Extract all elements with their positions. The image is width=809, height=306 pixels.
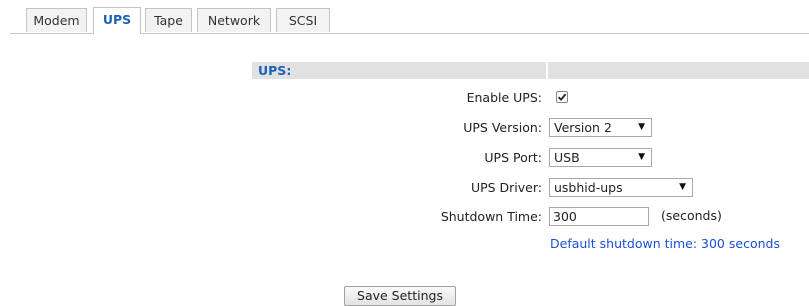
ups-port-value: USB [554, 150, 580, 165]
section-title: UPS: [258, 63, 292, 78]
ups-driver-select[interactable]: usbhid-ups ▼ [549, 178, 693, 197]
enable-ups-checkbox[interactable] [556, 91, 568, 103]
tab-tape[interactable]: Tape [145, 8, 192, 32]
tab-bar: Modem UPS Tape Network SCSI [0, 0, 809, 34]
shutdown-time-input[interactable]: 300 [549, 207, 649, 226]
dropdown-arrow-icon: ▼ [638, 122, 645, 132]
ups-version-value: Version 2 [554, 120, 612, 135]
dropdown-arrow-icon: ▼ [638, 152, 645, 162]
tab-scsi[interactable]: SCSI [276, 8, 330, 32]
save-settings-button[interactable]: Save Settings [344, 286, 456, 306]
tab-modem[interactable]: Modem [26, 8, 87, 32]
ups-version-label: UPS Version: [463, 120, 542, 135]
section-header: UPS: [252, 62, 546, 79]
enable-ups-label: Enable UPS: [466, 90, 542, 105]
shutdown-time-label: Shutdown Time: [440, 209, 542, 224]
section-header-right [548, 62, 809, 79]
tab-ups[interactable]: UPS [93, 7, 141, 34]
shutdown-time-unit: (seconds) [661, 208, 722, 223]
tab-network[interactable]: Network [197, 8, 271, 32]
dropdown-arrow-icon: ▼ [679, 182, 686, 192]
ups-version-select[interactable]: Version 2 ▼ [549, 118, 652, 137]
checkmark-icon [557, 93, 567, 101]
shutdown-time-hint: Default shutdown time: 300 seconds [550, 236, 780, 251]
ups-driver-label: UPS Driver: [470, 180, 542, 195]
ups-port-label: UPS Port: [484, 150, 542, 165]
ups-driver-value: usbhid-ups [554, 180, 623, 195]
ups-port-select[interactable]: USB ▼ [549, 148, 652, 167]
